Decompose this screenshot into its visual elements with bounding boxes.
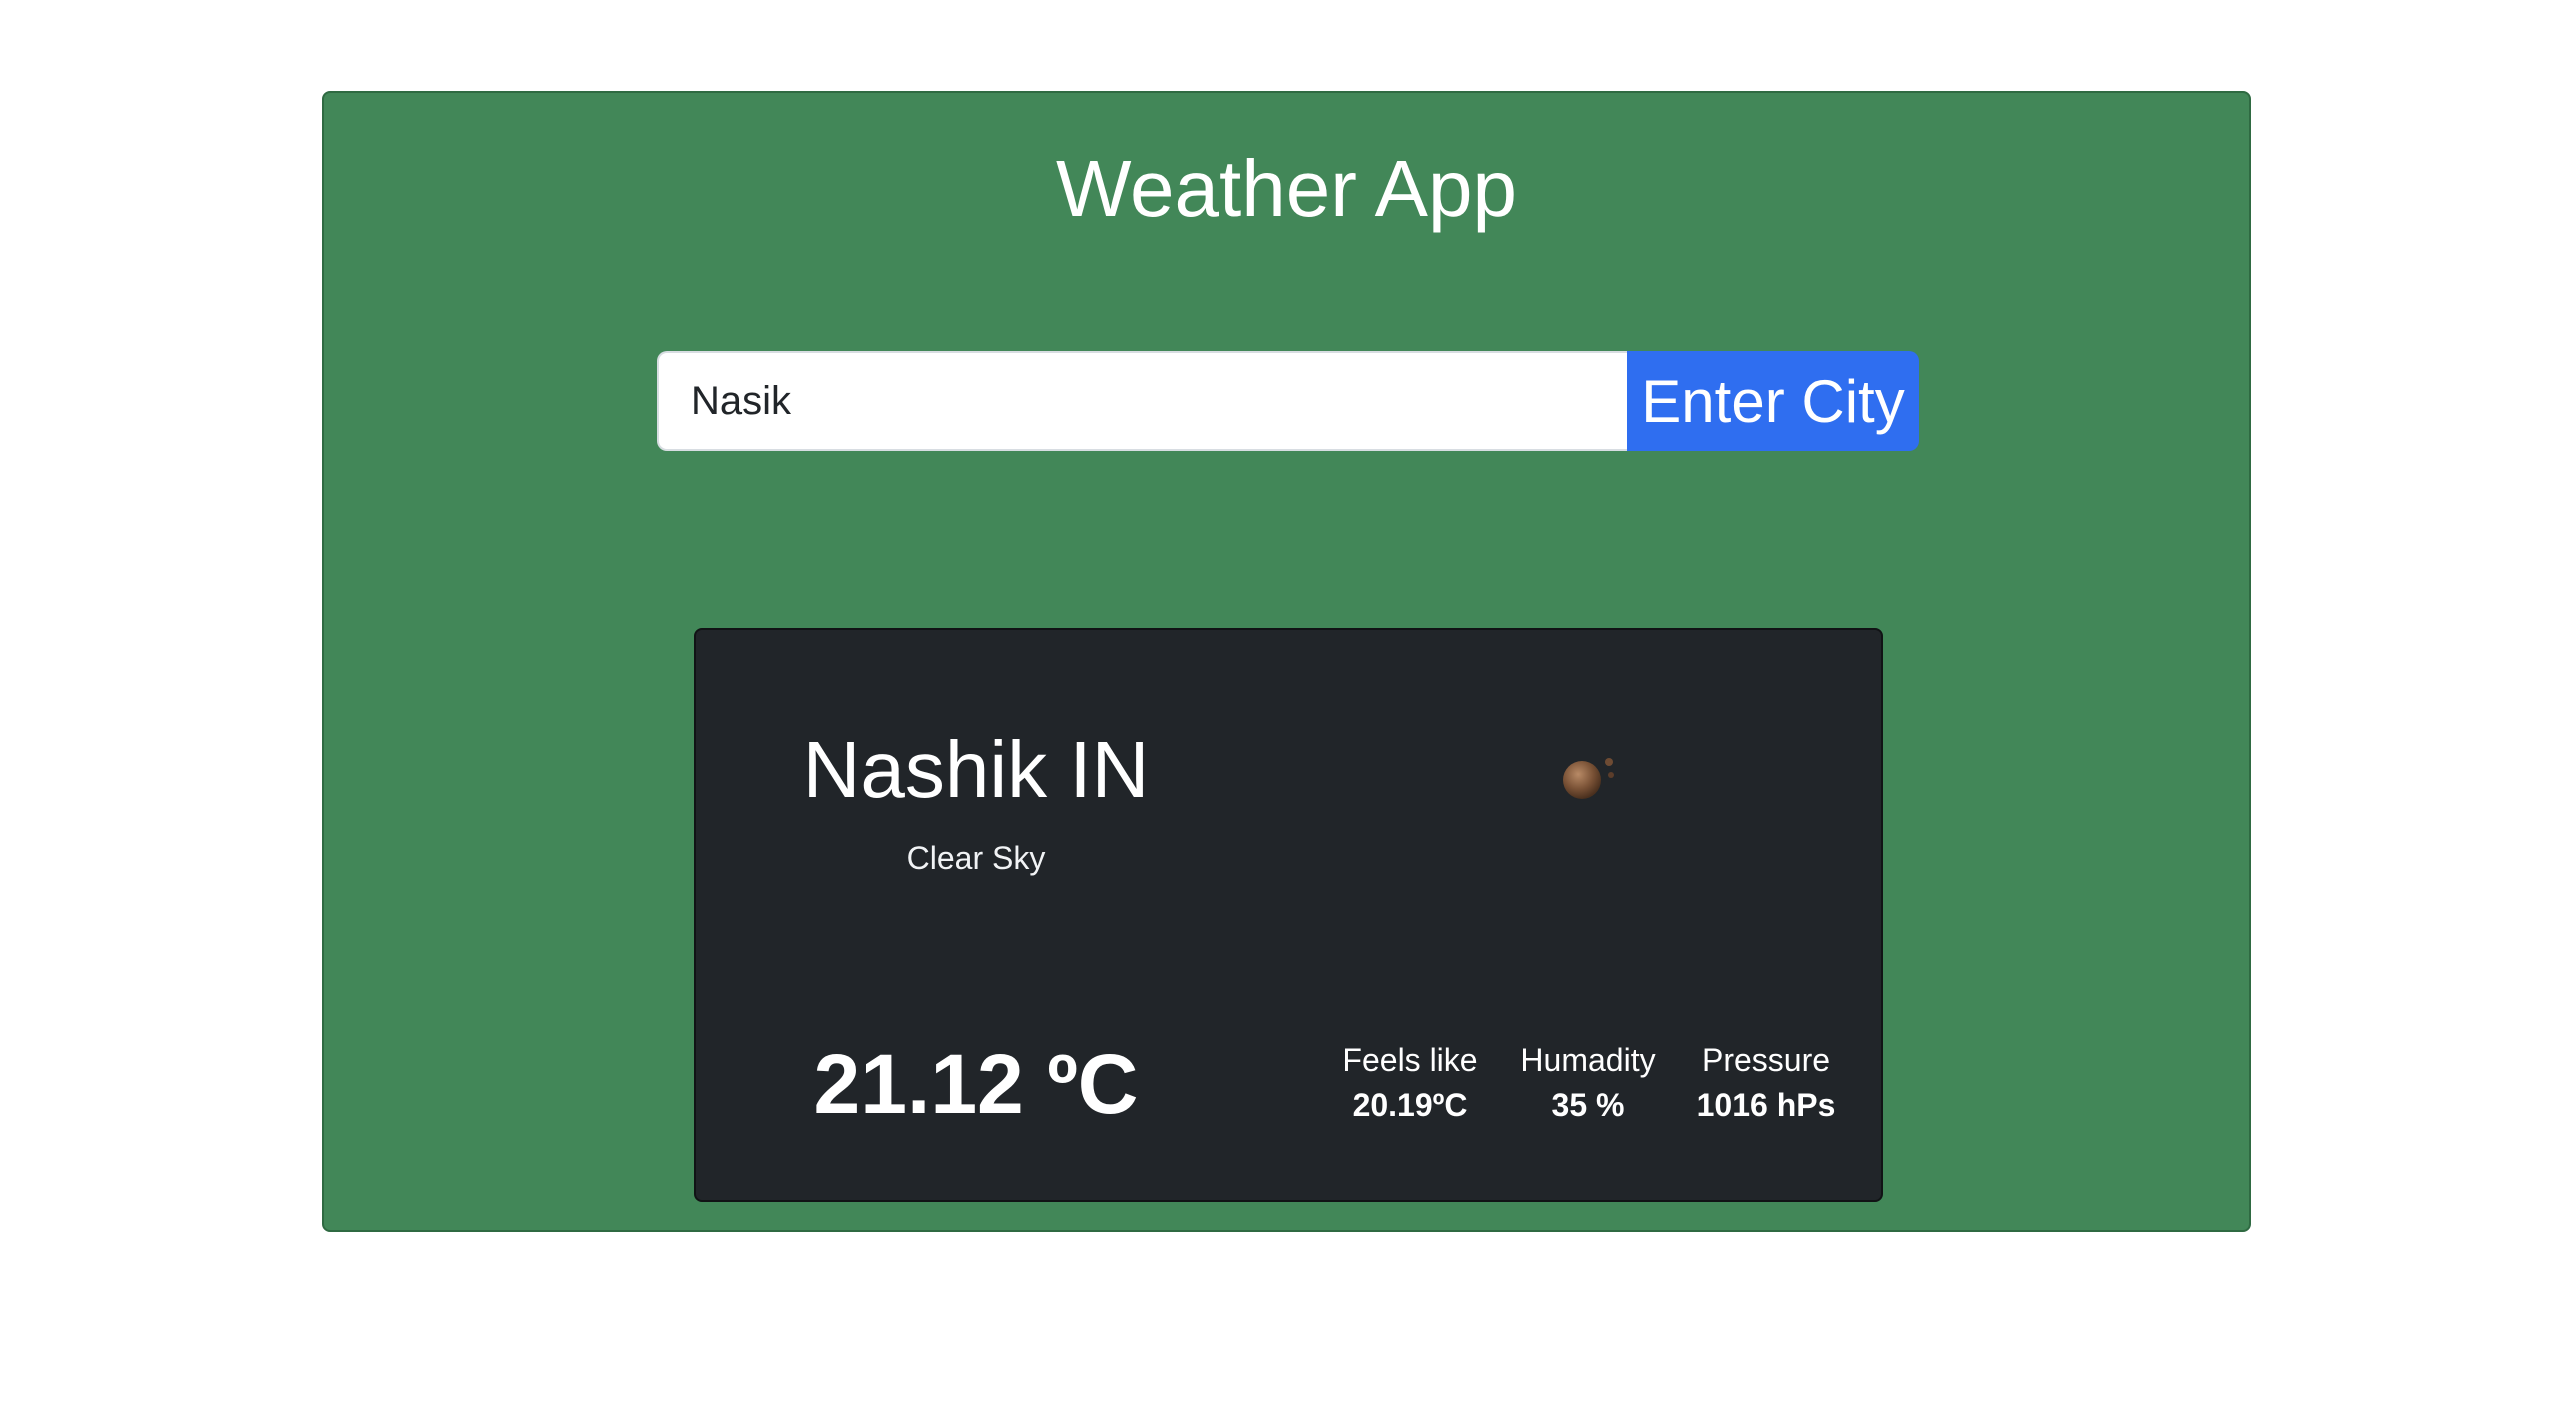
weather-card: Nashik IN Clear Sky 21.12 ºC Feels like <box>694 628 1883 1202</box>
stat-humidity: Humadity 35 % <box>1513 1038 1663 1128</box>
stat-label: Feels like <box>1342 1042 1478 1078</box>
clear-night-moon-icon <box>1563 758 1614 799</box>
search-row: Enter City <box>657 351 1919 451</box>
weather-stats: Feels like 20.19ºC Humadity 35 % Pressur… <box>1335 1038 1841 1128</box>
city-input[interactable] <box>657 351 1627 451</box>
stat-pressure: Pressure 1016 hPs <box>1691 1038 1841 1128</box>
stat-label: Humadity <box>1520 1042 1656 1078</box>
stat-label: Pressure <box>1701 1042 1831 1078</box>
stat-value: 20.19ºC <box>1352 1086 1468 1123</box>
stat-feels-like: Feels like 20.19ºC <box>1335 1038 1485 1128</box>
weather-app-panel: Weather App Enter City Nashik IN Clear S… <box>322 91 2251 1232</box>
temperature: 21.12 ºC <box>813 1037 1139 1131</box>
app-title: Weather App <box>1055 144 1518 233</box>
city-name: Nashik IN <box>802 725 1150 814</box>
page: Weather App Enter City Nashik IN Clear S… <box>0 0 2554 1410</box>
stat-value: 1016 hPs <box>1696 1086 1836 1123</box>
stat-value: 35 % <box>1551 1086 1625 1123</box>
enter-city-button[interactable]: Enter City <box>1627 351 1919 451</box>
weather-condition: Clear Sky <box>906 840 1046 876</box>
